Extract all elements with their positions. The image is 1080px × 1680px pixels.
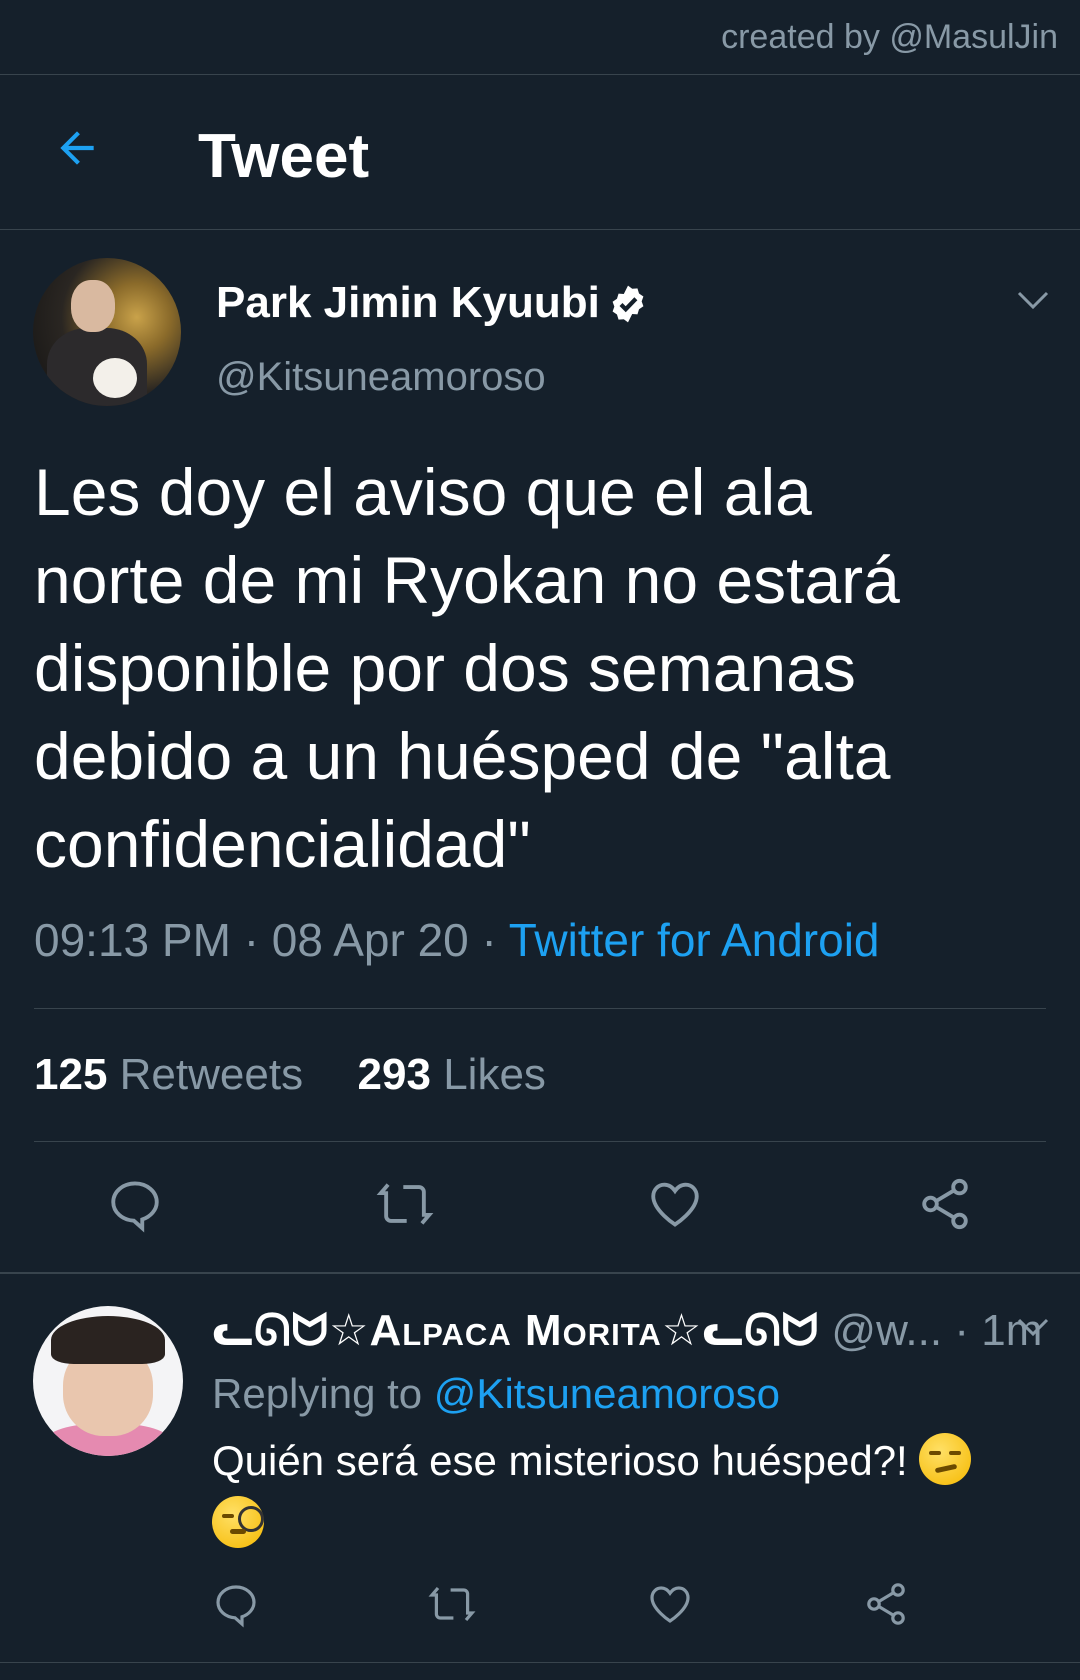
reply-icon[interactable] xyxy=(212,1580,260,1628)
meta-dot: · xyxy=(481,914,497,966)
divider xyxy=(0,1272,1080,1274)
retweets-label[interactable]: Retweets xyxy=(120,1050,303,1099)
likes-count[interactable]: 293 xyxy=(358,1050,431,1099)
share-icon[interactable] xyxy=(862,1580,910,1628)
chevron-down-icon[interactable] xyxy=(1016,1315,1050,1339)
replying-prefix: Replying to xyxy=(212,1370,423,1417)
reply-body: Quién será ese misterioso huésped?! xyxy=(212,1430,1042,1555)
like-icon[interactable] xyxy=(646,1175,704,1233)
tweet-source-link[interactable]: Twitter for Android xyxy=(509,914,880,966)
avatar[interactable] xyxy=(33,1306,183,1456)
divider xyxy=(0,1662,1080,1663)
tweet-time: 09:13 PM xyxy=(34,914,231,966)
page-title: Tweet xyxy=(198,122,370,191)
reply-author-handle[interactable]: @w... xyxy=(831,1306,942,1355)
reply-text: Quién será ese misterioso huésped?! xyxy=(212,1437,908,1484)
tweet-date: 08 Apr 20 xyxy=(271,914,469,966)
tweet-meta: 09:13 PM · 08 Apr 20 · Twitter for Andro… xyxy=(34,913,880,967)
reply-icon[interactable] xyxy=(106,1175,164,1233)
meta-dot: · xyxy=(954,1306,969,1355)
share-icon[interactable] xyxy=(916,1175,974,1233)
monocle-emoji-icon xyxy=(212,1496,264,1548)
reply-mention-link[interactable]: @Kitsuneamoroso xyxy=(434,1370,780,1417)
verified-badge-icon xyxy=(612,285,644,323)
replying-to: Replying to @Kitsuneamoroso xyxy=(212,1370,780,1418)
watermark-credit: created by @MasulJin xyxy=(721,18,1058,56)
author-handle[interactable]: @Kitsuneamoroso xyxy=(216,355,546,400)
chevron-down-icon[interactable] xyxy=(1016,288,1050,312)
divider xyxy=(34,1008,1046,1009)
divider xyxy=(34,1141,1046,1142)
tweet-text: Les doy el aviso que el ala norte de mi … xyxy=(34,455,900,881)
likes-label[interactable]: Likes xyxy=(443,1050,546,1099)
smirk-emoji-icon xyxy=(919,1433,972,1485)
reply-author-name[interactable]: ᓚᘏᗢ☆Alpaca Morita☆ᓚᘏᗢ xyxy=(212,1306,819,1355)
avatar[interactable] xyxy=(33,258,181,406)
meta-dot: · xyxy=(243,914,260,966)
divider xyxy=(0,229,1080,230)
back-arrow-icon[interactable] xyxy=(52,123,102,173)
top-bar: Tweet xyxy=(0,75,1080,229)
retweets-count[interactable]: 125 xyxy=(34,1050,107,1099)
retweet-icon[interactable] xyxy=(376,1175,434,1233)
like-icon[interactable] xyxy=(646,1580,694,1628)
tweet-stats: 125 Retweets 293 Likes xyxy=(34,1050,546,1100)
retweet-icon[interactable] xyxy=(428,1580,476,1628)
reply-header: ᓚᘏᗢ☆Alpaca Morita☆ᓚᘏᗢ @w... · 1m xyxy=(212,1305,1042,1356)
author-name[interactable]: Park Jimin Kyuubi xyxy=(216,278,600,328)
